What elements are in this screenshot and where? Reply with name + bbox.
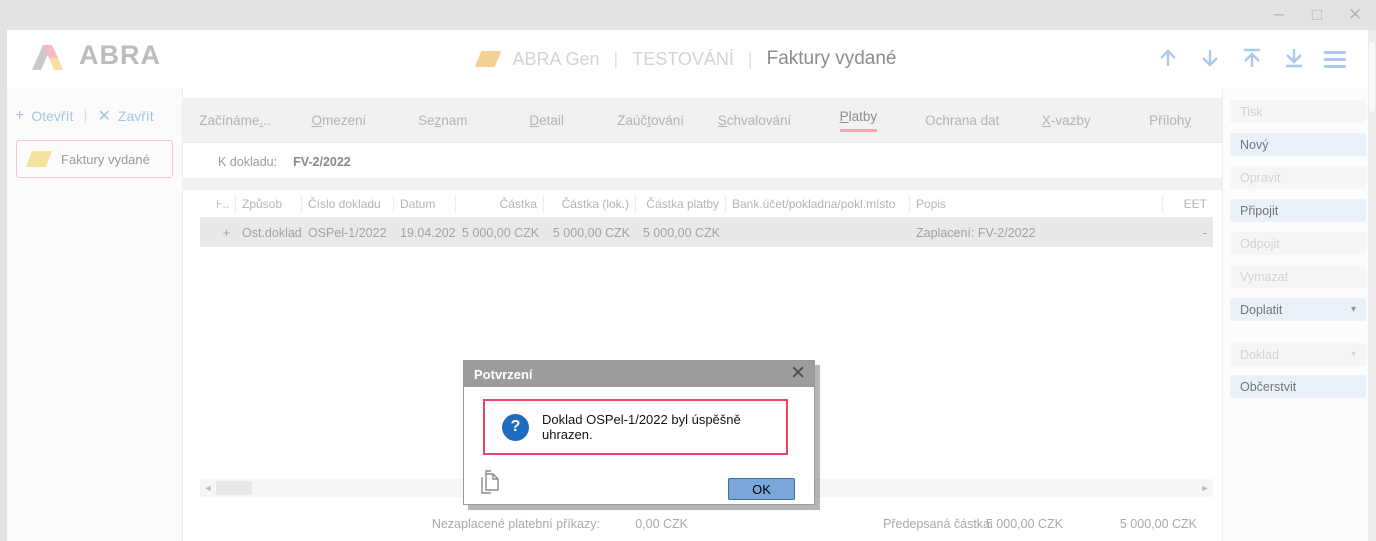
column-header-zpusob[interactable]: Způsob [236, 195, 302, 213]
print-button: Tisk [1230, 100, 1366, 123]
sidebar-item-label: Faktury vydané [61, 152, 150, 167]
app-header: ABRA ABRA Gen | TESTOVÁNÍ | Faktury vyda… [7, 30, 1368, 88]
question-icon: ? [502, 414, 529, 441]
ok-button[interactable]: OK [728, 478, 795, 500]
column-header-cislo-dokladu[interactable]: Číslo dokladu [302, 195, 394, 213]
edit-button: Opravit [1230, 166, 1366, 189]
cell-castka-platby: 5 000,00 CZK [636, 226, 726, 240]
unpaid-orders-value: 0,00 CZK [603, 517, 688, 531]
arrow-to-bottom-icon[interactable] [1282, 46, 1306, 70]
document-button: Doklad▾ [1230, 343, 1366, 366]
plus-icon: + [15, 107, 24, 125]
open-button-label: Otevřít [31, 108, 73, 124]
edge-scrollbar-thumb[interactable] [1369, 42, 1375, 112]
column-header-datum[interactable]: Datum [394, 195, 456, 213]
unpaid-orders-label: Nezaplacené platební příkazy: [333, 517, 600, 531]
environment-name: TESTOVÁNÍ [632, 49, 734, 70]
table-row-selected[interactable]: + Ost.doklad OSPel-1/2022 19.04.2022 5 0… [200, 218, 1213, 247]
tab-omezeni[interactable]: Omezení [287, 113, 391, 128]
column-header-castka-lok[interactable]: Částka (lok.) [544, 195, 636, 213]
cell-eet: - [1163, 226, 1213, 240]
confirmation-dialog: Potvrzení ✕ ? Doklad OSPel-1/2022 byl ús… [463, 360, 815, 505]
tab-zaciname[interactable]: Začínáme... [183, 113, 287, 128]
document-reference-bar: K dokladu: FV-2/2022 [183, 145, 1222, 178]
dialog-titlebar[interactable]: Potvrzení [464, 361, 814, 387]
chevron-down-icon[interactable]: ▾ [1351, 304, 1356, 315]
arrow-down-icon[interactable] [1198, 46, 1222, 70]
attach-button[interactable]: Připojit [1230, 199, 1366, 222]
close-icon[interactable]: ✕ [1344, 5, 1366, 25]
prescribed-amount-value: 5 000,00 CZK [963, 517, 1063, 531]
scroll-left-icon[interactable]: ◄ [200, 479, 216, 497]
arrow-up-icon[interactable] [1156, 46, 1180, 70]
dialog-message: Doklad OSPel-1/2022 byl úspěšně uhrazen. [542, 412, 786, 442]
tab-x-vazby[interactable]: X-vazby [1014, 113, 1118, 128]
page-title: Faktury vydané [767, 48, 897, 70]
tab-zauctovani[interactable]: Zaúčtování [599, 113, 703, 128]
maximize-icon[interactable]: □ [1306, 5, 1328, 25]
totals-footer: Nezaplacené platební příkazy: 0,00 CZK P… [183, 509, 1222, 541]
column-header-castka-platby[interactable]: Částka platby [636, 195, 726, 213]
sidebar-item-faktury-vydane[interactable]: Faktury vydané [16, 140, 173, 178]
tab-ochrana-dat[interactable]: Ochrana dat [910, 113, 1014, 128]
os-titlebar: – □ ✕ [0, 0, 1376, 30]
cell-castka: 5 000,00 CZK [456, 226, 544, 240]
detach-button: Odpojit [1230, 232, 1366, 255]
column-header-castka[interactable]: Částka [456, 195, 544, 213]
tab-platby[interactable]: Platby [806, 109, 910, 132]
payments-table: ⊦.. Způsob Číslo dokladu Datum Částka Čá… [200, 190, 1213, 247]
cell-cislo-dokladu: OSPel-1/2022 [302, 226, 394, 240]
dialog-title: Potvrzení [474, 367, 533, 382]
open-button[interactable]: + Otevřít [15, 107, 73, 125]
close-tab-button[interactable]: ✕ Zavřít [98, 106, 154, 126]
refresh-button[interactable]: Občerstvit [1230, 375, 1366, 398]
chevron-down-icon: ▾ [1351, 349, 1356, 360]
header-nav-icons [1156, 46, 1346, 70]
document-reference-label: K dokladu: [218, 155, 277, 169]
delete-button: Vymazat [1230, 265, 1366, 288]
dialog-close-icon[interactable]: ✕ [790, 362, 806, 385]
arrow-to-top-icon[interactable] [1240, 46, 1264, 70]
copy-icon[interactable] [479, 469, 501, 495]
close-icon: ✕ [98, 106, 111, 126]
tab-seznam[interactable]: Seznam [391, 113, 495, 128]
sidebar: + Otevřít | ✕ Zavřít Faktury vydané [7, 88, 183, 541]
cell-zpusob: Ost.doklad [236, 226, 302, 240]
tab-bar: Začínáme... Omezení Seznam Detail Zaúčto… [183, 98, 1222, 143]
close-button-label: Zavřít [118, 108, 154, 124]
scrollbar-thumb[interactable] [216, 481, 252, 495]
breadcrumb-divider: | [614, 49, 619, 70]
new-button[interactable]: Nový [1230, 133, 1366, 156]
row-expand-icon[interactable]: + [200, 226, 236, 240]
tab-schvalovani[interactable]: Schvalování [703, 113, 807, 128]
action-panel: Tisk Nový Opravit Připojit Odpojit Vymaz… [1222, 88, 1368, 541]
cell-popis: Zaplacení: FV-2/2022 [910, 226, 1163, 240]
column-header-bank-ucet[interactable]: Bank.účet/pokladna/pokl.místo [726, 195, 910, 213]
pay-remainder-button[interactable]: Doplatit▾ [1230, 298, 1366, 321]
scroll-right-icon[interactable]: ► [1197, 479, 1213, 497]
column-header-expand[interactable]: ⊦.. [200, 195, 236, 213]
window-edge-scrollbar[interactable] [1368, 30, 1376, 541]
total-amount-value: 5 000,00 CZK [1097, 517, 1197, 531]
column-header-popis[interactable]: Popis [910, 195, 1163, 213]
app-name: ABRA Gen [512, 49, 599, 70]
cell-datum: 19.04.2022 [394, 226, 456, 240]
window-controls: – □ ✕ [1268, 0, 1366, 30]
dialog-message-box: ? Doklad OSPel-1/2022 byl úspěšně uhraze… [483, 399, 788, 455]
column-header-eet[interactable]: EET [1163, 195, 1213, 213]
breadcrumb-divider: | [748, 49, 753, 70]
document-reference-value: FV-2/2022 [293, 155, 351, 169]
toolbar-divider: | [83, 107, 87, 125]
cell-castka-lok: 5 000,00 CZK [544, 226, 636, 240]
minimize-icon[interactable]: – [1268, 10, 1290, 20]
tab-detail[interactable]: Detail [495, 113, 599, 128]
module-icon [475, 51, 501, 67]
menu-icon[interactable] [1324, 48, 1346, 68]
divider [183, 178, 1222, 190]
tab-prilohy[interactable]: Přílohy [1118, 113, 1222, 128]
sidebar-toolbar: + Otevřít | ✕ Zavřít [15, 106, 154, 126]
invoice-module-icon [26, 151, 52, 167]
table-header-row: ⊦.. Způsob Číslo dokladu Datum Částka Čá… [200, 190, 1213, 218]
